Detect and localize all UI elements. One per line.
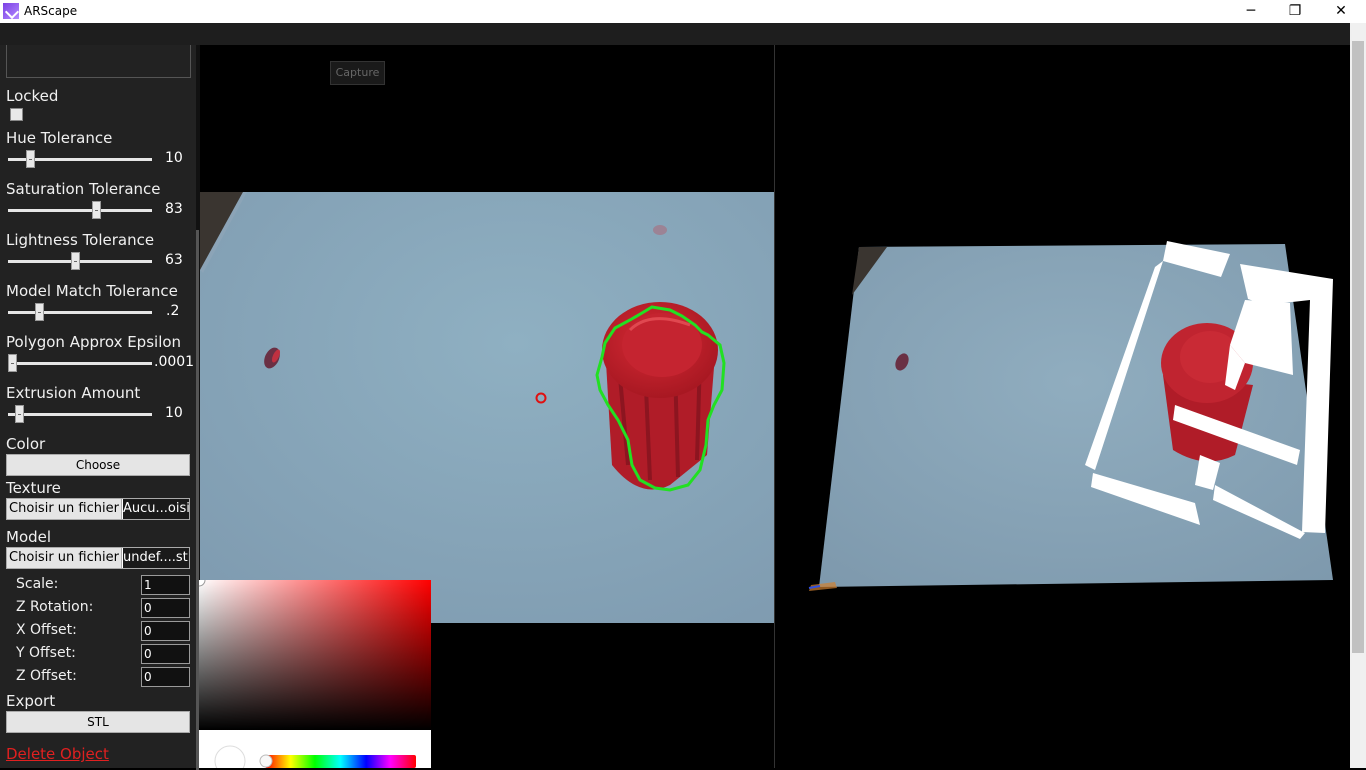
window-scrollbar-thumb[interactable] bbox=[1352, 41, 1364, 653]
slider-track bbox=[8, 311, 152, 314]
model-match-tolerance-slider[interactable] bbox=[8, 302, 152, 322]
model-label: Model bbox=[6, 528, 52, 546]
locked-label: Locked bbox=[6, 87, 59, 105]
window-title: ARScape bbox=[24, 4, 78, 18]
y-offset-label: Y Offset: bbox=[16, 645, 76, 661]
model-match-tolerance-value: .2 bbox=[166, 303, 180, 319]
texture-file-button[interactable]: Choisir un fichier bbox=[7, 499, 122, 519]
z-offset-label: Z Offset: bbox=[16, 668, 77, 684]
choose-color-button[interactable]: Choose bbox=[6, 454, 190, 476]
saturation-tolerance-value: 83 bbox=[165, 201, 183, 217]
scale-input[interactable]: 1 bbox=[141, 575, 190, 595]
extrusion-amount-value: 10 bbox=[165, 405, 183, 421]
texture-file-input[interactable]: Choisir un fichier Aucu...oisi bbox=[6, 498, 190, 520]
slider-thumb[interactable] bbox=[8, 354, 17, 372]
z-offset-input[interactable]: 0 bbox=[141, 667, 190, 687]
model-file-button[interactable]: Choisir un fichier bbox=[7, 548, 122, 568]
color-picker[interactable] bbox=[199, 580, 431, 768]
hue-tolerance-label: Hue Tolerance bbox=[6, 129, 113, 147]
texture-file-name: Aucu...oisi bbox=[123, 499, 189, 519]
export-label: Export bbox=[6, 692, 56, 710]
locked-checkbox[interactable] bbox=[10, 108, 23, 121]
ar-scene bbox=[808, 241, 1333, 591]
z-rotation-label: Z Rotation: bbox=[16, 599, 94, 615]
polygon-epsilon-value: .0001 bbox=[154, 354, 195, 370]
x-offset-input[interactable]: 0 bbox=[141, 621, 190, 641]
lightness-tolerance-label: Lightness Tolerance bbox=[6, 231, 155, 249]
model-file-name: undef....stl bbox=[123, 548, 189, 568]
slider-thumb[interactable] bbox=[26, 150, 35, 168]
extrusion-amount-label: Extrusion Amount bbox=[6, 384, 141, 402]
hue-slider[interactable] bbox=[265, 755, 416, 768]
small-spot bbox=[653, 225, 667, 235]
polygon-epsilon-label: Polygon Approx Epsilon bbox=[6, 333, 182, 351]
extrusion-amount-slider[interactable] bbox=[8, 404, 152, 424]
capture-button[interactable]: Capture bbox=[330, 61, 385, 85]
app-icon bbox=[3, 3, 19, 19]
polygon-epsilon-slider[interactable] bbox=[8, 353, 152, 373]
lightness-tolerance-slider[interactable] bbox=[8, 251, 152, 271]
slider-track bbox=[8, 209, 152, 212]
restore-button[interactable]: ❐ bbox=[1272, 0, 1318, 23]
z-rotation-input[interactable]: 0 bbox=[141, 598, 190, 618]
slider-track bbox=[8, 362, 152, 365]
slider-track bbox=[8, 260, 152, 263]
slider-thumb[interactable] bbox=[71, 252, 80, 270]
minimize-button[interactable]: ─ bbox=[1228, 0, 1274, 23]
lightness-tolerance-value: 63 bbox=[165, 252, 183, 268]
export-stl-button[interactable]: STL bbox=[6, 711, 190, 733]
model-match-tolerance-label: Model Match Tolerance bbox=[6, 282, 178, 300]
object-name-box[interactable] bbox=[6, 45, 191, 78]
hue-tolerance-slider[interactable] bbox=[8, 149, 152, 169]
model-file-input[interactable]: Choisir un fichier undef....stl bbox=[6, 547, 190, 569]
slider-track bbox=[8, 413, 152, 416]
hue-tolerance-value: 10 bbox=[165, 150, 183, 166]
saturation-tolerance-label: Saturation Tolerance bbox=[6, 180, 161, 198]
color-picker-graphic bbox=[199, 580, 431, 768]
slider-thumb[interactable] bbox=[92, 201, 101, 219]
slider-thumb[interactable] bbox=[35, 303, 44, 321]
y-offset-input[interactable]: 0 bbox=[141, 644, 190, 664]
saturation-tolerance-slider[interactable] bbox=[8, 200, 152, 220]
title-bar: ARScape ─ ❐ ✕ bbox=[0, 0, 1366, 23]
close-button[interactable]: ✕ bbox=[1318, 0, 1364, 23]
ar-view[interactable] bbox=[775, 45, 1350, 768]
delete-object-link[interactable]: Delete Object bbox=[6, 745, 109, 763]
color-label: Color bbox=[6, 435, 46, 453]
slider-thumb[interactable] bbox=[15, 405, 24, 423]
scale-label: Scale: bbox=[16, 576, 59, 592]
window-scrollbar[interactable] bbox=[1350, 23, 1366, 768]
menu-bar bbox=[0, 23, 1366, 45]
hue-slider-thumb[interactable] bbox=[259, 754, 273, 768]
texture-label: Texture bbox=[6, 479, 61, 497]
sidebar: Locked Hue Tolerance 10 Saturation Toler… bbox=[0, 45, 196, 768]
x-offset-label: X Offset: bbox=[16, 622, 77, 638]
